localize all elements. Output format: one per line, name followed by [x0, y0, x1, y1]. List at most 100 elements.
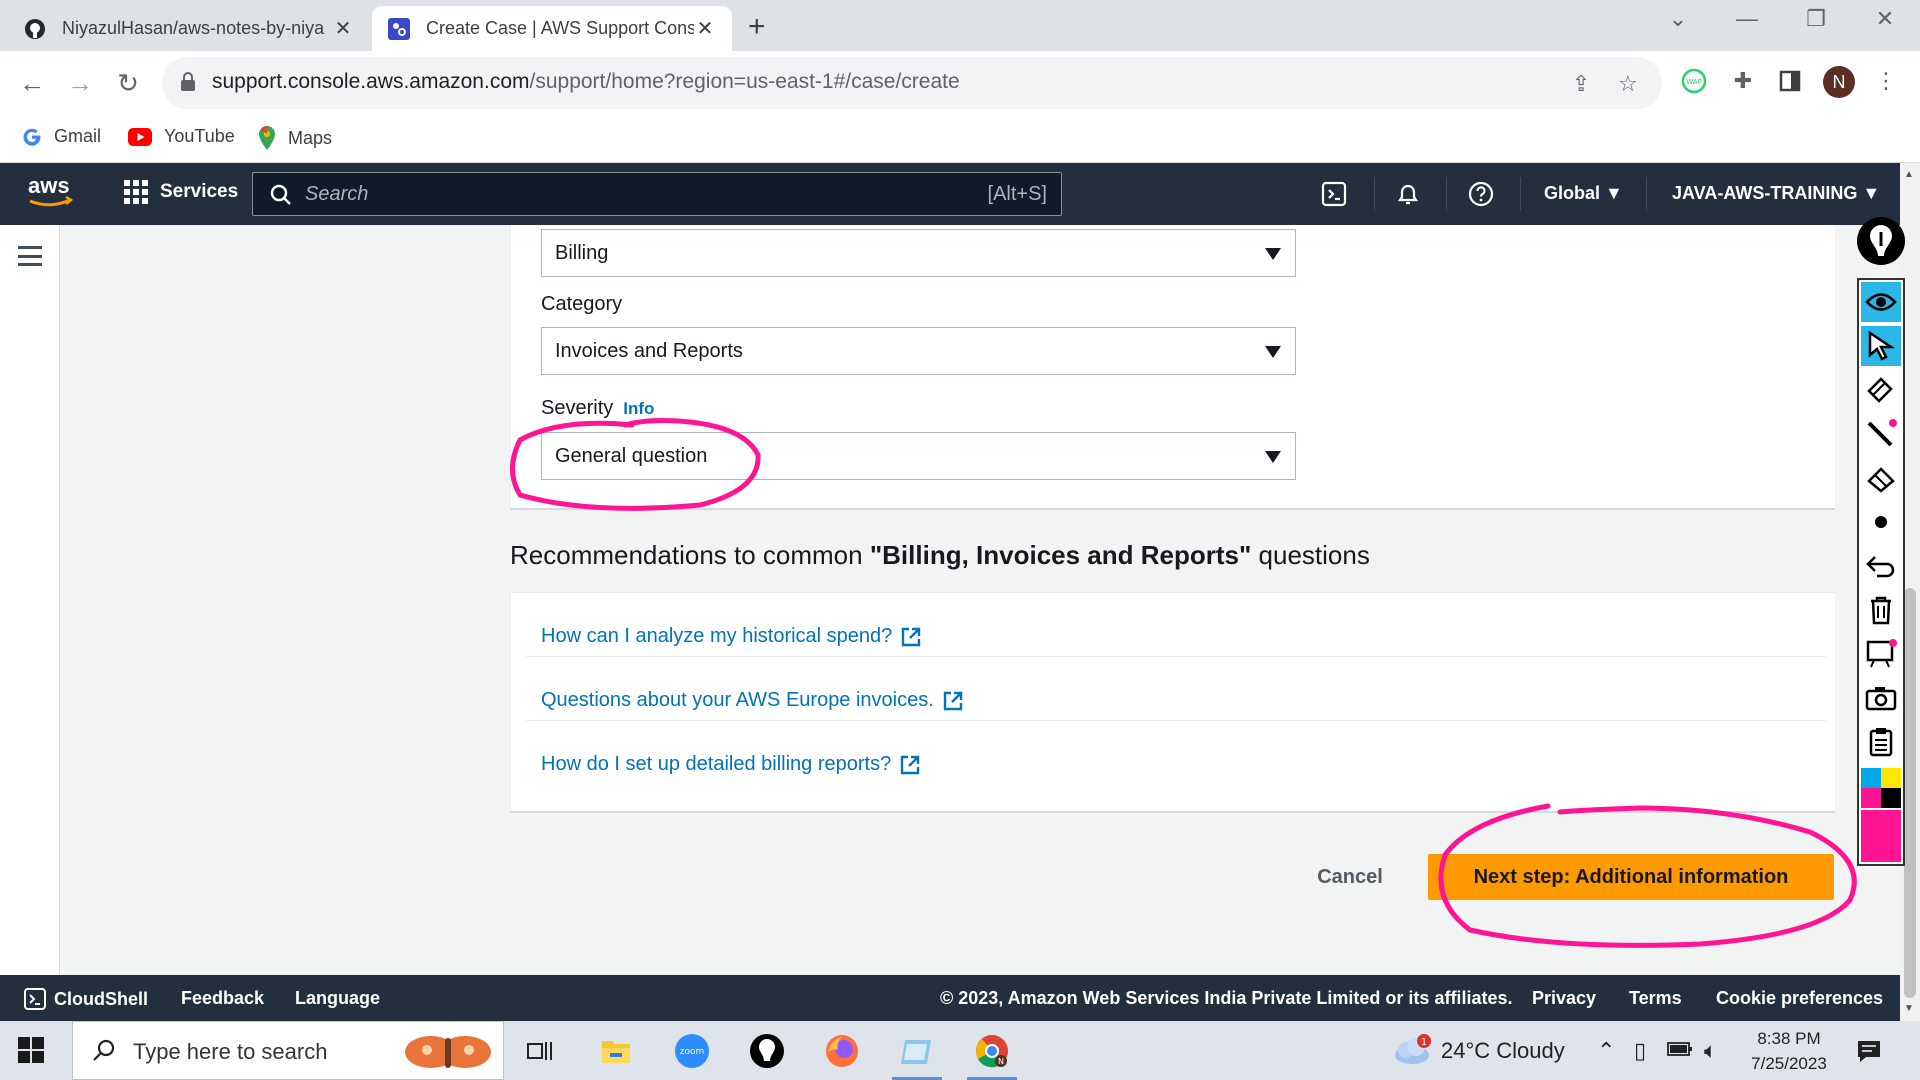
footer-cloudshell[interactable]: CloudShell [24, 988, 148, 1010]
annotation-palette [1857, 278, 1905, 866]
cloudshell-icon[interactable] [1320, 180, 1348, 208]
notes-app-icon[interactable] [892, 1031, 942, 1080]
footer-terms[interactable]: Terms [1629, 988, 1682, 1009]
window-close-icon[interactable]: ✕ [1865, 6, 1905, 32]
bookmark-maps[interactable]: Maps [258, 126, 332, 150]
youtube-icon [128, 127, 152, 146]
tab-github[interactable]: NiyazulHasan/aws-notes-by-niya ✕ [8, 6, 370, 51]
rec-link-europe-invoices[interactable]: Questions about your AWS Europe invoices… [541, 689, 964, 712]
scroll-up-icon[interactable]: ▲ [1904, 169, 1914, 180]
battery-icon[interactable] [1667, 1041, 1693, 1062]
zoom-label: zoom [680, 1047, 705, 1057]
chrome-profile-badge: N [998, 1057, 1004, 1066]
tab-aws-support[interactable]: Create Case | AWS Support Cons ✕ [372, 6, 732, 51]
scroll-down-icon[interactable]: ▼ [1904, 1003, 1914, 1014]
aws-logo[interactable]: aws [26, 173, 76, 213]
extensions-puzzle-icon[interactable]: ✚ [1727, 65, 1759, 97]
footer-cookie-preferences[interactable]: Cookie preferences [1716, 988, 1883, 1009]
region-selector[interactable]: Global ▼ [1544, 183, 1623, 204]
scrollbar-thumb[interactable] [1904, 588, 1916, 998]
tab-search-icon[interactable]: ⌄ [1658, 6, 1698, 32]
show-hidden-icons-icon[interactable]: ⌃ [1597, 1038, 1615, 1064]
close-icon[interactable]: ✕ [694, 16, 716, 41]
pen-tool-app-icon[interactable] [747, 1031, 787, 1071]
case-form-panel: Billing Category Invoices and Reports Se… [510, 225, 1835, 510]
search-placeholder: Search [305, 183, 369, 205]
color-swatch-grid[interactable] [1861, 768, 1901, 808]
file-explorer-icon[interactable] [596, 1031, 636, 1071]
clipboard-icon[interactable] [1861, 722, 1901, 762]
minimize-icon[interactable]: — [1727, 6, 1767, 32]
svg-text:WAP: WAP [1686, 78, 1702, 86]
caret-down-icon [1265, 346, 1281, 358]
bookmark-gmail[interactable]: Gmail [22, 126, 101, 147]
share-icon[interactable]: ⇪ [1572, 71, 1590, 97]
severity-info-link[interactable]: Info [623, 399, 654, 418]
pen-tool-logo-icon[interactable] [1857, 217, 1905, 265]
restore-icon[interactable]: ❐ [1796, 6, 1836, 32]
system-clock[interactable]: 8:38 PM 7/25/2023 [1745, 1026, 1833, 1076]
eraser-icon[interactable] [1861, 458, 1901, 498]
close-icon[interactable]: ✕ [332, 16, 354, 41]
pen-icon[interactable] [1861, 414, 1901, 454]
footer-language[interactable]: Language [295, 988, 380, 1009]
whiteboard-icon[interactable] [1861, 634, 1901, 674]
new-tab-icon[interactable]: + [748, 10, 766, 44]
hamburger-menu-icon[interactable] [18, 246, 42, 266]
severity-value: General question [555, 445, 708, 467]
side-panel-icon[interactable] [1774, 65, 1806, 97]
aws-search-input[interactable]: Search [Alt+S] [252, 172, 1062, 216]
windows-start-icon[interactable] [18, 1037, 44, 1068]
weather-cloud-icon[interactable]: 1 [1392, 1033, 1432, 1072]
browser-menu-icon[interactable]: ⋮ [1870, 65, 1902, 97]
external-link-icon [942, 690, 964, 712]
footer-feedback[interactable]: Feedback [181, 988, 264, 1009]
clock-time: 8:38 PM [1757, 1029, 1821, 1048]
zoom-app-icon[interactable]: zoom [672, 1031, 712, 1071]
address-bar[interactable]: support.console.aws.amazon.com/support/h… [162, 57, 1662, 109]
rec-link-historical-spend[interactable]: How can I analyze my historical spend? [541, 625, 922, 648]
bookmark-star-icon[interactable]: ☆ [1618, 71, 1638, 97]
notifications-icon[interactable] [1856, 1039, 1882, 1068]
cursor-arrow-icon[interactable] [1861, 326, 1901, 366]
volume-icon[interactable]: 🔈︎ [1704, 1038, 1717, 1064]
category-label: Category [541, 293, 623, 315]
bookmark-label: YouTube [164, 126, 235, 146]
weather-badge: 1 [1421, 1037, 1427, 1048]
severity-select[interactable]: General question [541, 432, 1296, 480]
footer-privacy[interactable]: Privacy [1532, 988, 1596, 1009]
highlighter-icon[interactable] [1861, 370, 1901, 410]
taskbar-search-input[interactable]: Type here to search [72, 1021, 504, 1080]
undo-icon[interactable] [1861, 546, 1901, 586]
reload-icon[interactable]: ↻ [110, 65, 146, 101]
cancel-button[interactable]: Cancel [1305, 860, 1395, 894]
list-item: How can I analyze my historical spend? [526, 593, 1826, 657]
eye-icon[interactable] [1861, 282, 1901, 322]
camera-icon[interactable] [1861, 678, 1901, 718]
footer-copyright: © 2023, Amazon Web Services India Privat… [940, 988, 1513, 1008]
whatsapp-extension-icon[interactable]: WAP [1678, 65, 1710, 97]
service-value: Billing [555, 242, 609, 264]
device-icon[interactable]: ▯ [1634, 1038, 1646, 1064]
notifications-bell-icon[interactable] [1394, 180, 1422, 208]
bookmark-youtube[interactable]: YouTube [128, 126, 235, 147]
account-menu[interactable]: JAVA-AWS-TRAINING ▼ [1672, 183, 1880, 204]
bookmark-label: Gmail [54, 126, 102, 146]
category-select[interactable]: Invoices and Reports [541, 327, 1296, 375]
trash-icon[interactable] [1861, 590, 1901, 630]
service-select[interactable]: Billing [541, 229, 1296, 277]
forward-icon[interactable]: → [62, 65, 98, 101]
firefox-icon[interactable] [822, 1031, 862, 1071]
help-icon[interactable] [1467, 180, 1495, 208]
active-color-swatch[interactable] [1861, 810, 1901, 862]
weather-text[interactable]: 24°C Cloudy [1441, 1038, 1565, 1064]
severity-label-text: Severity [541, 397, 614, 419]
back-icon[interactable]: ← [14, 65, 50, 101]
dot-size-icon[interactable] [1861, 502, 1901, 542]
avatar[interactable]: N [1823, 66, 1855, 98]
rec-link-billing-reports[interactable]: How do I set up detailed billing reports… [541, 753, 921, 776]
chrome-icon[interactable]: N [967, 1031, 1017, 1080]
next-step-button[interactable]: Next step: Additional information [1428, 854, 1834, 900]
task-view-icon[interactable] [520, 1031, 560, 1071]
services-menu[interactable]: Services [124, 180, 238, 204]
